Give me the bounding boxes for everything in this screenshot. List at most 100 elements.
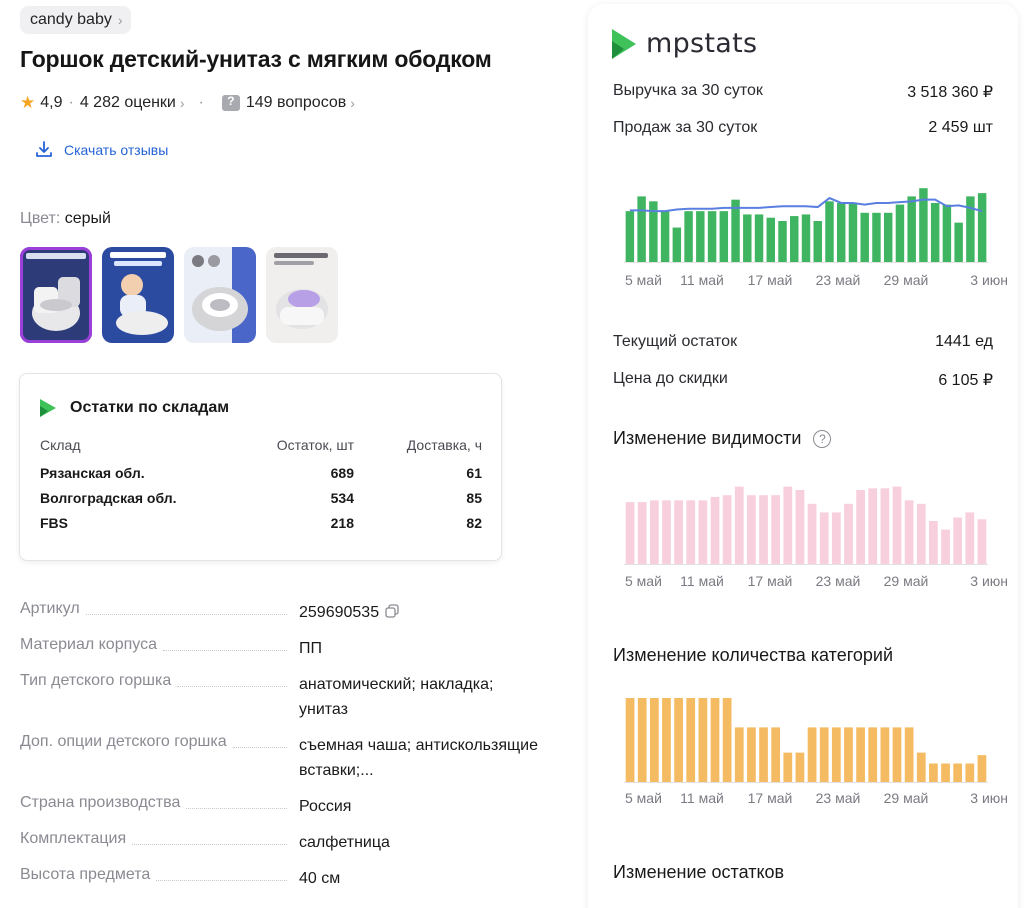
x-tick-label: 5 май (625, 573, 662, 589)
chart-bar (684, 211, 693, 262)
chart-bar (895, 204, 905, 262)
product-thumbnail[interactable] (184, 247, 256, 343)
rating-value: 4,9 (40, 94, 63, 111)
x-tick-label: 5 май (625, 272, 662, 288)
chart-bar (778, 221, 787, 262)
categories-chart (624, 698, 988, 783)
current-stock-stat: Текущий остаток 1441 ед (613, 333, 993, 351)
mpstats-panel: mpstats Выручка за 30 суток 3 518 360 ₽ … (588, 4, 1018, 908)
revenue-label: Выручка за 30 суток (613, 82, 763, 99)
spec-row: Материал корпуса ПП (20, 636, 560, 672)
x-tick-label: 29 май (883, 272, 929, 288)
chart-bar (625, 502, 635, 564)
chart-bar (807, 727, 817, 782)
color-row: Цвет: серый (20, 210, 111, 228)
copy-icon[interactable] (385, 604, 399, 618)
potty-purple-image (266, 247, 338, 343)
x-tick-label: 17 май (747, 272, 793, 288)
spec-row: Артикул 259690535 (20, 600, 560, 636)
product-thumbnail[interactable] (102, 247, 174, 343)
chart-bar (662, 698, 671, 782)
chart-bar (813, 221, 822, 262)
x-tick-label: 11 май (680, 272, 724, 288)
x-tick-label: 3 июн (970, 272, 1008, 288)
x-tick-label: 3 июн (970, 790, 1008, 806)
questions-link[interactable]: 149 вопросов (246, 94, 346, 112)
rating-row: ★ 4,9 · 4 282 оценки › · 149 вопросов › (20, 92, 355, 114)
star-icon: ★ (20, 93, 36, 112)
chart-bar (747, 727, 756, 782)
chart-bar (734, 486, 744, 564)
spec-value: 40 см (299, 870, 341, 887)
chart-bar (710, 698, 720, 782)
spec-key: Комплектация (20, 830, 133, 848)
mpstats-logo[interactable]: mpstats (612, 28, 757, 59)
price-value: 6 105 ₽ (938, 372, 993, 389)
x-tick-label: 11 май (680, 573, 724, 589)
brand-tag[interactable]: candy baby › (20, 6, 131, 34)
product-thumbnail[interactable] (20, 247, 92, 343)
spec-value: салфетница (299, 834, 390, 851)
x-tick-label: 11 май (680, 790, 724, 806)
chart-bar (707, 211, 717, 262)
chart-bar (965, 763, 975, 782)
chart-bar (844, 503, 853, 564)
chart-bar (801, 214, 811, 262)
chart-bar (783, 752, 793, 782)
download-reviews-button[interactable]: Скачать отзывы (34, 140, 168, 160)
chart-bar (977, 193, 987, 262)
warehouse-stock-title: Остатки по складам (70, 399, 230, 416)
chart-bar (883, 212, 893, 262)
spec-key: Материал корпуса (20, 636, 163, 654)
chart-trend-line (629, 196, 983, 213)
chart-bar (856, 727, 865, 782)
table-row: Рязанская обл. 689 61 (40, 460, 482, 485)
chart-bar (819, 727, 829, 782)
stock-change-section-title: Изменение остатков (613, 862, 784, 883)
chart-bar (637, 502, 647, 564)
current-stock-label: Текущий остаток (613, 333, 738, 350)
mpstats-logo-icon (612, 28, 636, 59)
chart-bar (836, 202, 846, 262)
potty-image (20, 247, 92, 343)
spec-key: Доп. опции детского горшка (20, 733, 233, 751)
warehouse-delivery: 82 (466, 514, 482, 531)
help-icon[interactable]: ? (813, 429, 832, 448)
chart-bar (977, 519, 987, 564)
chart-bar (872, 212, 881, 262)
download-label: Скачать отзывы (64, 142, 169, 158)
chart-bar (625, 211, 635, 262)
chart-bar (660, 211, 670, 262)
chart-bar (710, 496, 720, 564)
spec-value: Россия (299, 798, 352, 815)
warehouse-name: Волгоградская обл. (40, 489, 177, 506)
product-title: Горшок детский-унитаз с мягким ободком (20, 46, 492, 72)
x-tick-label: 23 май (815, 790, 861, 806)
chart-bar (953, 763, 963, 782)
chart-bar (649, 500, 659, 564)
sales-stat: Продаж за 30 суток 2 459 шт (613, 119, 993, 137)
product-thumbnail[interactable] (266, 247, 338, 343)
separator-dot: · (68, 94, 74, 111)
mpstats-wordmark: mpstats (646, 28, 758, 59)
spec-key: Страна производства (20, 794, 187, 812)
chart-bar (771, 727, 781, 782)
chart-bar (795, 490, 805, 564)
potty-seat-image (184, 247, 256, 343)
chart-bar (929, 763, 938, 782)
column-header: Склад (40, 437, 81, 453)
reviews-link[interactable]: 4 282 оценки (80, 94, 176, 112)
spec-row: Высота предмета 40 см (20, 866, 560, 902)
warehouse-name: FBS (40, 514, 68, 531)
spec-row: Комплектация салфетница (20, 830, 560, 866)
chart-bar (766, 217, 776, 262)
chart-bar (860, 212, 869, 262)
spec-value: съемная чаша; антискользящие вставки;... (299, 737, 538, 779)
chart-bar (795, 752, 805, 782)
warehouse-name: Рязанская обл. (40, 464, 145, 481)
revenue-stat: Выручка за 30 суток 3 518 360 ₽ (613, 82, 993, 102)
chart-bar (637, 698, 647, 782)
warehouse-stock: 534 (330, 489, 354, 506)
spec-value: анатомический; накладка; унитаз (299, 676, 494, 718)
chart-bar (848, 202, 858, 262)
